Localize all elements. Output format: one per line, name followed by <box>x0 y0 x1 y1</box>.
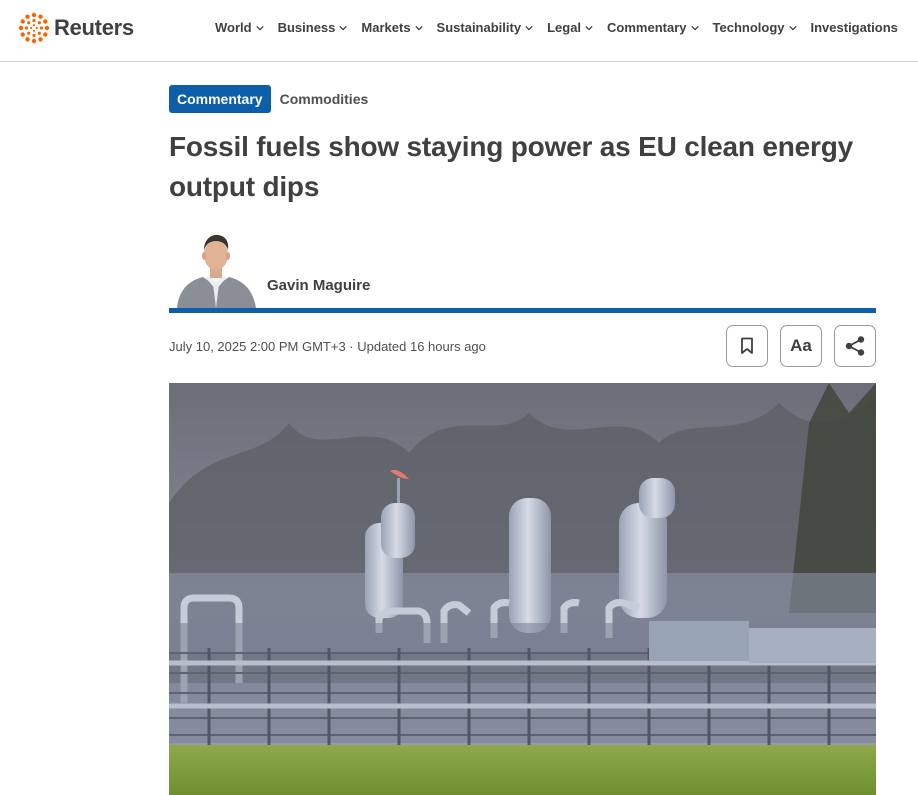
text-size-button[interactable]: Aa <box>780 325 822 367</box>
nav-label: Legal <box>547 20 582 35</box>
nav-item-sustainability[interactable]: Sustainability <box>437 20 534 35</box>
chevron-down-icon <box>585 25 593 31</box>
byline: Gavin Maguire <box>169 228 876 313</box>
author-name[interactable]: Gavin Maguire <box>267 277 370 294</box>
author-avatar[interactable] <box>173 228 259 308</box>
article-tags: Commentary Commodities <box>169 85 368 113</box>
chevron-down-icon <box>339 25 348 31</box>
nav-item-world[interactable]: World <box>215 20 264 35</box>
nav-label: Markets <box>361 20 411 35</box>
chevron-down-icon <box>525 25 533 31</box>
nav-label: Technology <box>712 20 785 35</box>
nav-label: World <box>215 20 252 35</box>
article-photo <box>169 383 876 795</box>
bookmark-icon <box>741 337 753 354</box>
tag-commodities[interactable]: Commodities <box>280 91 369 107</box>
article-dateline: July 10, 2025 2:00 PM GMT+3 · Updated 16… <box>169 339 486 354</box>
nav-item-investigations[interactable]: Investigations <box>811 20 898 35</box>
main-nav: World Business Markets Sustainability Le… <box>215 20 918 35</box>
nav-item-commentary[interactable]: Commentary <box>607 20 699 35</box>
chevron-down-icon <box>255 25 264 31</box>
chevron-down-icon <box>414 25 423 31</box>
share-icon <box>845 336 865 356</box>
chevron-down-icon <box>788 25 797 31</box>
bookmark-button[interactable] <box>726 325 768 367</box>
nav-label: Sustainability <box>436 20 522 35</box>
tag-commentary[interactable]: Commentary <box>169 85 271 113</box>
share-button[interactable] <box>834 325 876 367</box>
chevron-down-icon <box>690 25 699 31</box>
nav-label: Business <box>277 20 336 35</box>
brand-name: Reuters <box>54 15 134 40</box>
nav-item-business[interactable]: Business <box>278 20 348 35</box>
nav-item-legal[interactable]: Legal <box>547 20 593 35</box>
reuters-logo[interactable]: Reuters <box>18 12 134 44</box>
text-size-label: Aa <box>790 336 812 355</box>
article-tools: Aa <box>726 325 876 367</box>
article-headline: Fossil fuels show staying power as EU cl… <box>169 131 853 202</box>
site-header: Reuters World Business Markets Sustainab… <box>0 0 918 62</box>
nav-label: Investigations <box>810 20 898 35</box>
reuters-logo-icon <box>18 12 50 44</box>
nav-item-technology[interactable]: Technology <box>713 20 797 35</box>
nav-label: Commentary <box>607 20 687 35</box>
nav-item-markets[interactable]: Markets <box>361 20 423 35</box>
